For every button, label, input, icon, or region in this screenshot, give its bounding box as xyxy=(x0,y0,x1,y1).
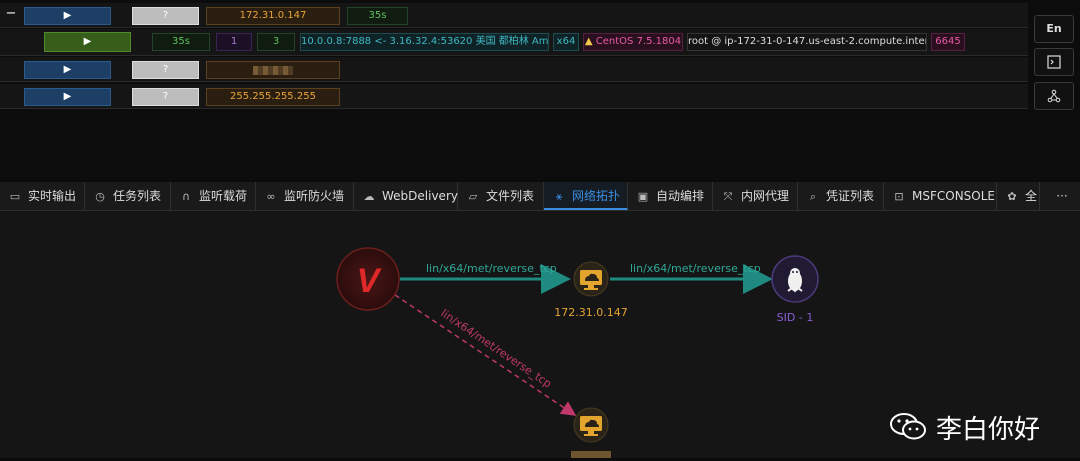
session-row-4[interactable]: ▶ ? 255.255.255.255 xyxy=(0,84,1028,109)
tab-label: WebDelivery xyxy=(382,189,458,203)
os-badge: ▲ CentOS 7.5.1804 xyxy=(583,33,683,51)
tab-label: 全 xyxy=(1025,189,1038,203)
tab-task-list[interactable]: ◷ 任务列表 xyxy=(85,182,171,210)
ip-badge xyxy=(206,61,340,79)
edge-label: lin/x64/met/reverse_tcp xyxy=(438,307,554,391)
play-button[interactable]: ▶ xyxy=(24,88,111,106)
headphones-icon: ∩ xyxy=(181,190,191,203)
tab-auto-orchestration[interactable]: ▣ 自动编排 xyxy=(628,182,713,210)
play-button[interactable]: ▶ xyxy=(24,61,111,79)
tab-label: 监听防火墙 xyxy=(284,189,345,203)
watermark: 李白你好 xyxy=(890,409,1040,445)
question-button[interactable]: ? xyxy=(132,88,199,106)
bug-icon: ✿ xyxy=(1007,190,1017,203)
tab-credential-list[interactable]: ⌕ 凭证列表 xyxy=(798,182,884,210)
terminal-icon xyxy=(1047,55,1061,69)
tabs-more-button[interactable]: ··· xyxy=(1050,182,1074,210)
play-button[interactable]: ▶ xyxy=(24,7,111,25)
tab-overflow[interactable]: ✿ 全 xyxy=(997,182,1040,210)
session-row-3[interactable]: ▶ ? xyxy=(0,57,1028,82)
watermark-text: 李白你好 xyxy=(936,414,1041,445)
collapse-button[interactable]: − xyxy=(3,6,19,24)
connection-badge: 10.0.0.8:7888 <- 3.16.32.4:53620 美国 都柏林 … xyxy=(300,33,549,51)
tab-realtime-output[interactable]: ▭ 实时输出 xyxy=(0,182,85,210)
tab-label: 任务列表 xyxy=(113,189,162,203)
tab-label: 自动编排 xyxy=(656,189,705,203)
topology-button[interactable] xyxy=(1034,82,1074,110)
tab-label: 内网代理 xyxy=(741,189,790,203)
network-icon xyxy=(1047,89,1061,103)
tab-network-topology[interactable]: ⚹ 网络拓扑 xyxy=(544,182,628,210)
tab-bar: ▭ 实时输出 ◷ 任务列表 ∩ 监听载荷 ∞ 监听防火墙 ☁ WebDelivery ▱ 文… xyxy=(0,182,1080,211)
topology-canvas[interactable]: lin/x64/met/reverse_tcp lin/x64/met/reve… xyxy=(0,211,1080,458)
link-icon: ∞ xyxy=(266,190,276,203)
tab-msfconsole[interactable]: ⊡ MSFCONSOLE xyxy=(884,182,997,210)
terminal-icon: ⊡ xyxy=(894,190,904,203)
edge-label: lin/x64/met/reverse_tcp xyxy=(426,262,557,275)
tab-intranet-proxy[interactable]: ⤧ 内网代理 xyxy=(713,182,798,210)
edge-label: lin/x64/met/reverse_tcp xyxy=(630,262,761,275)
tab-label: MSFCONSOLE xyxy=(912,189,996,203)
ip-badge: 255.255.255.255 xyxy=(206,88,340,106)
count-badge: 1 xyxy=(216,33,252,51)
session-row-2[interactable]: ▶ 35s 1 3 10.0.0.8:7888 <- 3.16.32.4:536… xyxy=(0,29,1028,56)
redacted-ip xyxy=(253,66,293,75)
tab-label: 凭证列表 xyxy=(826,189,875,203)
cloud-upload-icon: ☁ xyxy=(363,190,375,203)
os-label: CentOS 7.5.1804 xyxy=(595,36,682,47)
clock-icon: ◷ xyxy=(95,190,105,203)
host-label: 172.31.0.147 xyxy=(554,306,627,319)
tab-listener-firewall[interactable]: ∞ 监听防火墙 xyxy=(256,182,354,210)
sid-label: SID - 1 xyxy=(777,311,814,324)
tab-label: 实时输出 xyxy=(28,189,77,203)
tab-file-list[interactable]: ▱ 文件列表 xyxy=(458,182,544,210)
host-node[interactable] xyxy=(573,261,609,297)
monitor-icon: ▭ xyxy=(9,190,21,203)
count-badge: 3 xyxy=(257,33,295,51)
arch-badge: x64 xyxy=(553,33,579,51)
language-button[interactable]: En xyxy=(1034,15,1074,43)
pid-badge: 6645 xyxy=(931,33,965,51)
session-row-1[interactable]: − ▶ ? 172.31.0.147 35s xyxy=(0,3,1028,28)
proxy-icon: ⤧ xyxy=(723,190,733,203)
layout-icon: ▣ xyxy=(637,190,649,203)
linux-icon: ▲ xyxy=(584,36,593,47)
time-badge: 35s xyxy=(152,33,210,51)
host-badge: root @ ip-172-31-0-147.us-east-2.compute… xyxy=(687,33,927,51)
wechat-icon xyxy=(890,413,926,440)
ip-badge: 172.31.0.147 xyxy=(206,7,340,25)
sid-node[interactable] xyxy=(771,255,819,303)
time-badge: 35s xyxy=(347,7,408,25)
root-logo: V xyxy=(357,262,383,300)
tab-label: 文件列表 xyxy=(486,189,535,203)
redacted-host-label xyxy=(571,451,611,458)
tab-label: 监听载荷 xyxy=(199,189,248,203)
edge-root-redacted xyxy=(394,294,577,416)
redacted-host-node[interactable] xyxy=(571,407,611,458)
play-button[interactable]: ▶ xyxy=(44,32,131,52)
root-node[interactable]: V xyxy=(336,247,400,311)
search-icon: ⌕ xyxy=(809,190,817,203)
tab-label: 网络拓扑 xyxy=(572,189,621,203)
tab-webdelivery[interactable]: ☁ WebDelivery xyxy=(354,182,458,210)
network-icon: ⚹ xyxy=(555,190,563,203)
folder-icon: ▱ xyxy=(468,190,478,203)
question-button[interactable]: ? xyxy=(132,61,199,79)
terminal-button[interactable] xyxy=(1034,48,1074,76)
question-button[interactable]: ? xyxy=(132,7,199,25)
tab-listener-payload[interactable]: ∩ 监听载荷 xyxy=(171,182,256,210)
